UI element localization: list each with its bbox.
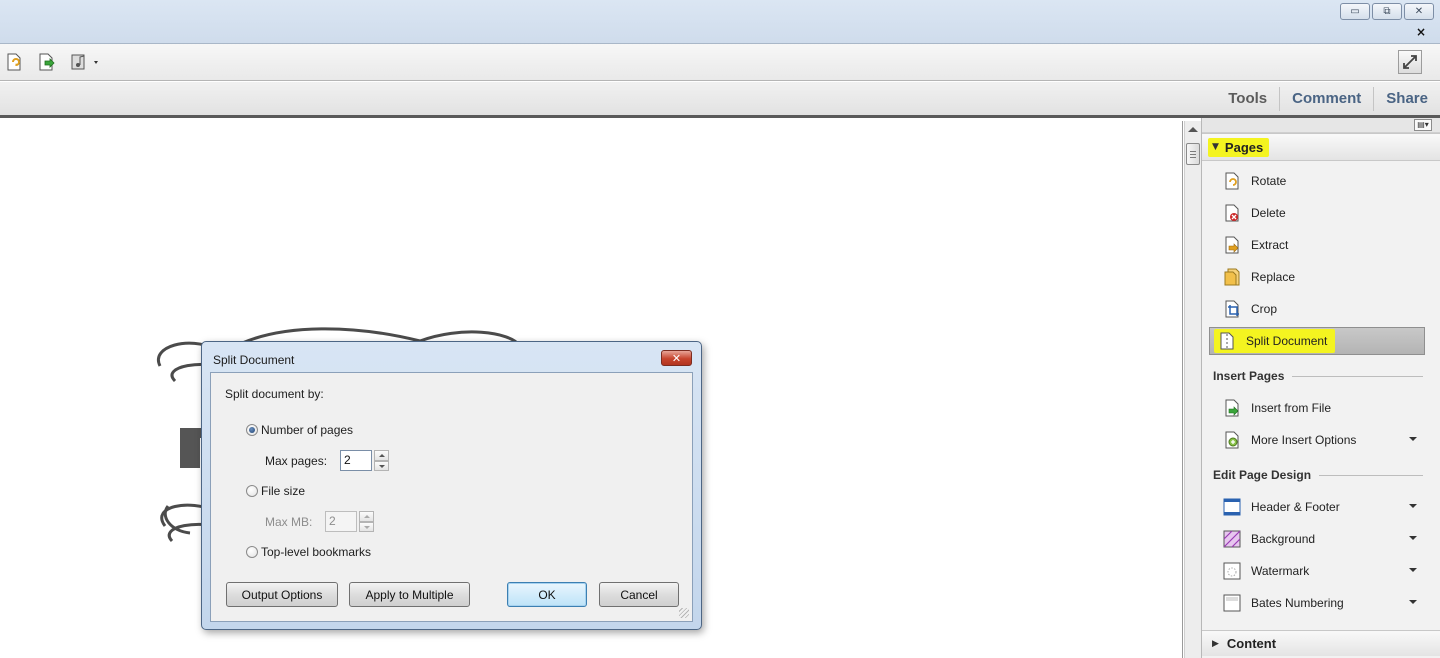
dialog-close-button[interactable]: ✕: [661, 350, 692, 366]
split-document-dialog: Split Document ✕ Split document by: Numb…: [201, 341, 702, 630]
expand-arrow-icon: ▼: [1212, 142, 1219, 152]
bates-numbering-label: Bates Numbering: [1251, 596, 1344, 610]
panel-options-button[interactable]: ▤▾: [1414, 119, 1432, 131]
replace-page-icon: [1223, 268, 1241, 286]
tab-comment[interactable]: Comment: [1280, 87, 1373, 111]
watermark-label: Watermark: [1251, 564, 1310, 578]
max-pages-input[interactable]: 2: [340, 450, 372, 471]
extract-page-icon: [1223, 236, 1241, 254]
content-section-header[interactable]: ▶ Content: [1202, 630, 1440, 656]
split-document-label: Split Document: [1246, 334, 1328, 348]
dropdown-arrow-icon[interactable]: [1409, 600, 1417, 604]
toolbar: [0, 44, 1440, 81]
insert-from-file-icon: [1223, 399, 1241, 417]
header-footer-label: Header & Footer: [1251, 500, 1340, 514]
stepper-up-icon[interactable]: [359, 511, 374, 522]
dialog-title: Split Document: [213, 353, 295, 367]
max-mb-stepper[interactable]: [359, 511, 374, 532]
stepper-up-icon[interactable]: [374, 450, 389, 461]
max-pages-label: Max pages:: [265, 454, 328, 468]
dropdown-arrow-icon[interactable]: [1409, 536, 1417, 540]
close-window-button[interactable]: ✕: [1404, 3, 1434, 20]
apply-to-multiple-button[interactable]: Apply to Multiple: [349, 582, 470, 607]
dropdown-arrow-icon[interactable]: [1409, 504, 1417, 508]
max-mb-label: Max MB:: [265, 515, 313, 529]
insert-from-file-label: Insert from File: [1251, 401, 1332, 415]
top-level-bookmarks-radio[interactable]: [246, 546, 258, 558]
insert-from-file-item[interactable]: Insert from File: [1209, 394, 1425, 422]
rotate-label: Rotate: [1251, 174, 1287, 188]
split-by-label: Split document by:: [225, 387, 324, 401]
close-document-button[interactable]: ×: [1416, 25, 1426, 39]
number-of-pages-label[interactable]: Number of pages: [261, 423, 353, 437]
pages-section-header[interactable]: ▼ Pages: [1202, 133, 1440, 161]
insert-pages-group-label: Insert Pages: [1213, 369, 1423, 383]
rotate-item[interactable]: Rotate: [1209, 167, 1425, 195]
split-document-item[interactable]: Split Document: [1209, 327, 1425, 355]
resize-grip-icon[interactable]: [679, 608, 689, 618]
minimize-button[interactable]: ▭: [1340, 3, 1370, 20]
delete-item[interactable]: Delete: [1209, 199, 1425, 227]
dialog-body: Split document by: Number of pages Max p…: [210, 372, 693, 622]
stepper-down-icon[interactable]: [374, 460, 389, 471]
bates-numbering-icon: [1223, 594, 1241, 612]
fullscreen-expand-icon[interactable]: [1398, 50, 1422, 74]
watermark-icon: [1223, 562, 1241, 580]
scrollbar-thumb[interactable]: [1186, 143, 1200, 165]
max-pages-stepper[interactable]: [374, 450, 389, 471]
max-mb-input[interactable]: 2: [325, 511, 357, 532]
header-footer-item[interactable]: Header & Footer: [1209, 493, 1425, 521]
output-options-button[interactable]: Output Options: [226, 582, 338, 607]
more-insert-options-item[interactable]: More Insert Options: [1209, 426, 1425, 454]
split-document-icon: [1218, 332, 1236, 350]
rotate-page-icon: [1223, 172, 1241, 190]
page-rotate-icon[interactable]: [4, 52, 24, 72]
watermark-item[interactable]: Watermark: [1209, 557, 1425, 585]
ok-button[interactable]: OK: [507, 582, 587, 607]
stepper-down-icon[interactable]: [359, 521, 374, 532]
restore-button[interactable]: ⧉: [1372, 3, 1402, 20]
window-title-bar: ▭ ⧉ ✕ ×: [0, 0, 1440, 44]
collapsed-arrow-icon: ▶: [1212, 638, 1219, 649]
content-section-title: Content: [1226, 636, 1277, 651]
background-label: Background: [1251, 532, 1316, 546]
more-insert-options-label: More Insert Options: [1251, 433, 1357, 447]
tab-share[interactable]: Share: [1374, 87, 1440, 111]
tab-tools[interactable]: Tools: [1216, 87, 1279, 111]
header-footer-icon: [1223, 498, 1241, 516]
delete-label: Delete: [1251, 206, 1286, 220]
pages-section-title: Pages: [1224, 139, 1264, 155]
background-icon: [1223, 530, 1241, 548]
extract-item[interactable]: Extract: [1209, 231, 1425, 259]
crop-label: Crop: [1251, 302, 1278, 316]
task-pane-tab-bar: Tools Comment Share: [0, 82, 1440, 118]
crop-page-icon: [1223, 300, 1241, 318]
insert-page-icon[interactable]: [37, 52, 57, 72]
tools-pane: ▤▾ ▼ Pages Rotate Delete Extract Replace…: [1201, 118, 1440, 658]
number-of-pages-radio[interactable]: [246, 424, 258, 436]
background-item[interactable]: Background: [1209, 525, 1425, 553]
more-insert-options-icon: [1223, 431, 1241, 449]
replace-label: Replace: [1251, 270, 1296, 284]
bates-numbering-item[interactable]: Bates Numbering: [1209, 589, 1425, 617]
edit-page-design-group-label: Edit Page Design: [1213, 468, 1423, 482]
dropdown-arrow-icon[interactable]: [1409, 437, 1417, 441]
window-controls: ▭ ⧉ ✕: [1340, 3, 1434, 20]
delete-page-icon: [1223, 204, 1241, 222]
top-level-bookmarks-label[interactable]: Top-level bookmarks: [261, 545, 371, 559]
audio-video-icon[interactable]: [70, 52, 102, 72]
replace-item[interactable]: Replace: [1209, 263, 1425, 291]
vertical-scrollbar[interactable]: [1184, 121, 1201, 658]
scroll-up-arrow-icon[interactable]: [1188, 127, 1198, 132]
cancel-button[interactable]: Cancel: [599, 582, 679, 607]
crop-item[interactable]: Crop: [1209, 295, 1425, 323]
dropdown-arrow-icon[interactable]: [1409, 568, 1417, 572]
extract-label: Extract: [1251, 238, 1289, 252]
file-size-label[interactable]: File size: [261, 484, 305, 498]
file-size-radio[interactable]: [246, 485, 258, 497]
